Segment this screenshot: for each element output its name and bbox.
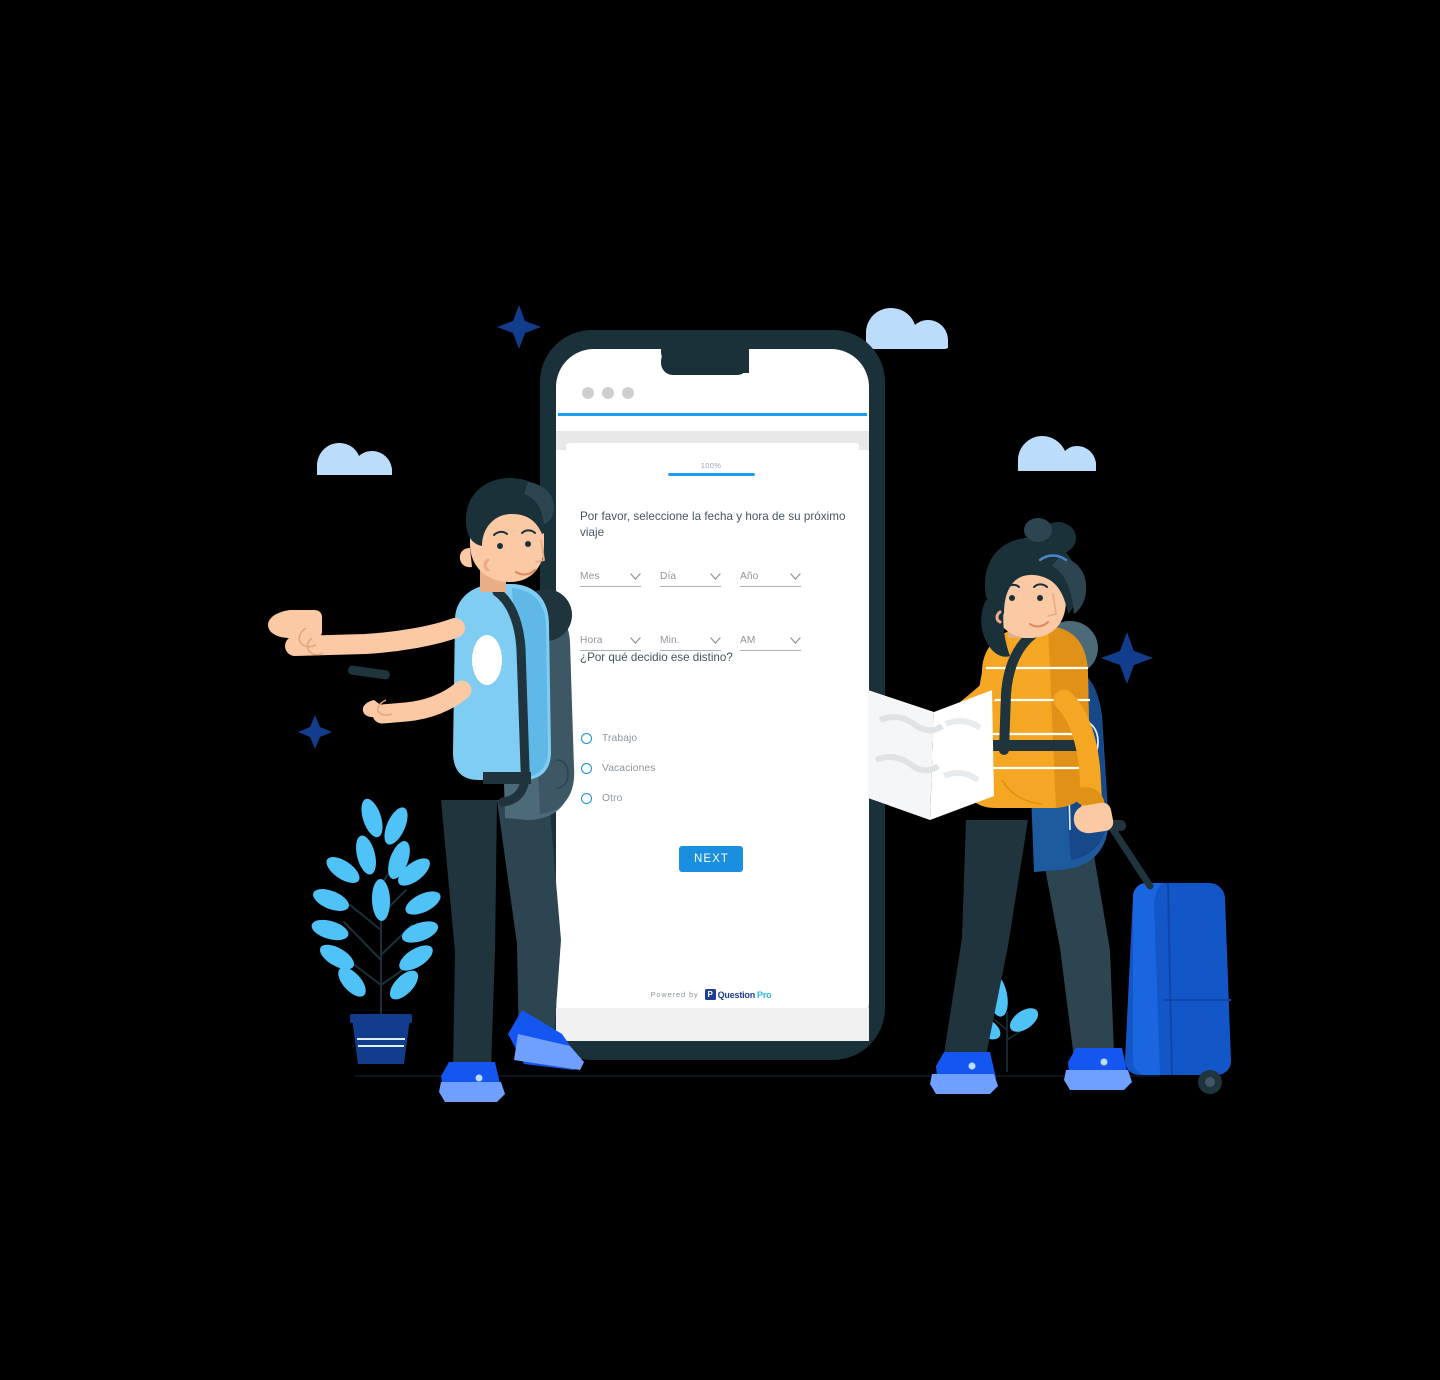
cloud-left-icon (317, 443, 392, 475)
cloud-top-right-icon (866, 308, 948, 349)
questionpro-brand-part2: Pro (757, 989, 772, 1000)
powered-by-footer: Powered by P Question Pro (566, 989, 856, 1000)
chevron-down-icon (630, 573, 641, 580)
dropdown-hour[interactable]: Hora (580, 635, 641, 651)
sparkle-right-icon (1101, 632, 1153, 684)
map-icon (868, 690, 994, 820)
dropdown-month[interactable]: Mes (580, 571, 641, 587)
dropdown-month-label: Mes (580, 571, 600, 582)
dropdown-minute[interactable]: Min. (660, 635, 721, 651)
dropdown-meridiem[interactable]: AM (740, 635, 801, 651)
radio-option-label: Vacaciones (602, 762, 656, 774)
question-2-title: ¿Por qué decidio ese distino? (580, 651, 733, 664)
progress-percent-label: 100% (700, 461, 722, 470)
sparkle-mid-left-icon (298, 715, 332, 749)
questionpro-badge-icon: P (704, 989, 716, 1000)
dropdown-year[interactable]: Año (740, 571, 801, 587)
next-button-container: NEXT (566, 846, 856, 872)
powered-by-label: Powered by (650, 990, 699, 999)
dropdown-day-label: Día (660, 571, 677, 582)
dropdown-hour-label: Hora (580, 635, 603, 646)
dropdown-year-label: Año (740, 571, 759, 582)
cloud-right-icon (1018, 436, 1096, 471)
radio-icon[interactable] (581, 792, 592, 804)
traveler-man-illustration (268, 478, 584, 1102)
radio-group: Trabajo Vacaciones Otro (581, 723, 849, 813)
date-dropdown-row: Mes Día Año (580, 571, 852, 587)
dropdown-meridiem-label: AM (740, 635, 756, 646)
illustration-scene: 100% Por favor, seleccione la fecha y ho… (0, 0, 1440, 1380)
survey-screen: 100% Por favor, seleccione la fecha y ho… (566, 431, 856, 1021)
chevron-down-icon (630, 637, 641, 644)
potted-plant-icon (311, 798, 441, 1064)
dropdown-day[interactable]: Día (660, 571, 721, 587)
progress-section: 100% (566, 461, 856, 476)
traveler-woman-illustration (868, 518, 1231, 1094)
browser-dot (582, 387, 594, 399)
chevron-down-icon (710, 637, 721, 644)
sparkle-top-left-icon (497, 305, 541, 349)
next-button[interactable]: NEXT (678, 846, 744, 872)
radio-option-label: Trabajo (602, 732, 638, 744)
questionpro-brand-part1: Question (717, 989, 756, 1000)
radio-icon[interactable] (581, 732, 592, 744)
time-dropdown-row: Hora Min. AM (580, 635, 852, 651)
question-1-title: Por favor, seleccione la fecha y hora de… (580, 510, 846, 539)
questionpro-logo: P Question Pro (704, 989, 772, 1000)
progress-track (667, 473, 755, 476)
address-bar-line (558, 413, 867, 416)
progress-fill (667, 473, 755, 476)
chevron-down-icon (790, 637, 801, 644)
browser-dot (602, 387, 614, 399)
radio-option-label: Otro (602, 792, 623, 804)
radio-option-vacaciones[interactable]: Vacaciones (581, 753, 849, 783)
browser-dot (622, 387, 634, 399)
radio-option-otro[interactable]: Otro (581, 783, 849, 813)
dropdown-minute-label: Min. (660, 635, 680, 646)
radio-option-trabajo[interactable]: Trabajo (581, 723, 849, 753)
chevron-down-icon (790, 573, 801, 580)
chevron-down-icon (710, 573, 721, 580)
radio-icon[interactable] (581, 762, 592, 774)
